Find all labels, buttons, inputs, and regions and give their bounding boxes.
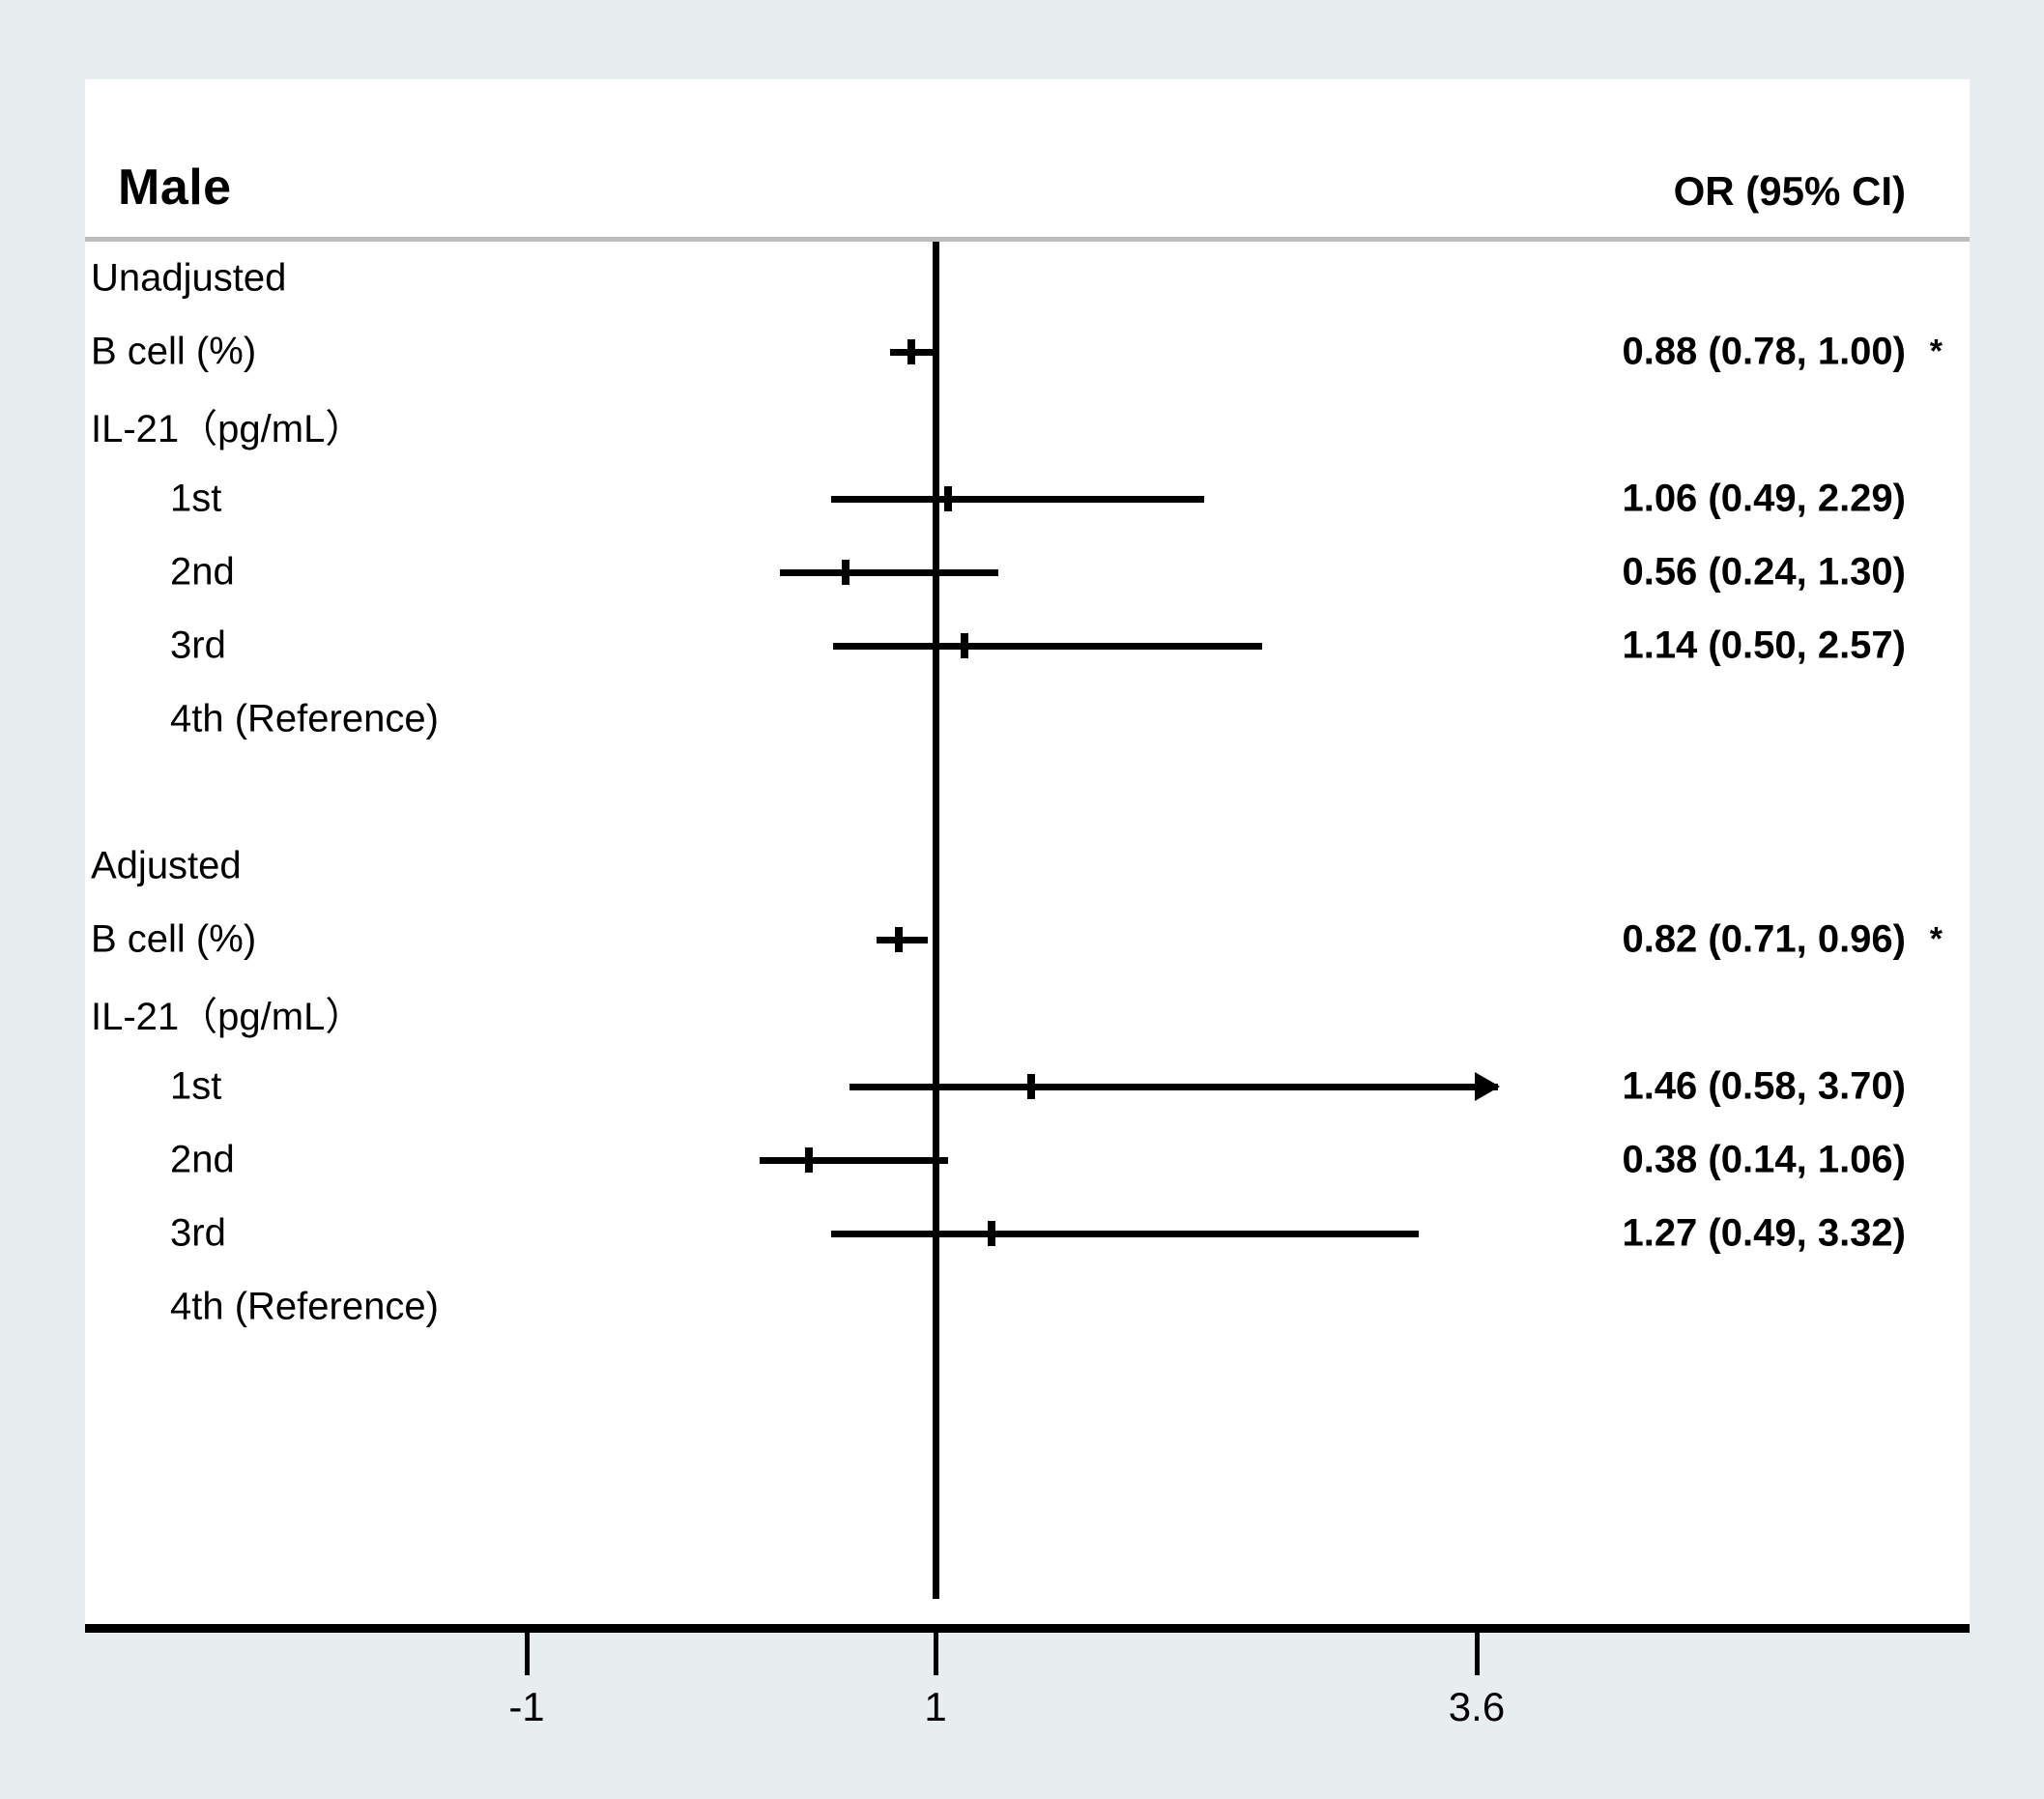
row-label: 1st	[170, 1064, 222, 1108]
row-label: Adjusted	[91, 844, 242, 887]
forest-row: 4th (Reference)	[85, 682, 1970, 756]
x-axis-tick-label: 3.6	[1448, 1684, 1506, 1729]
forest-row: 1st 1.46 (0.58, 3.70)	[85, 1050, 1970, 1123]
row-label: 2nd	[170, 550, 235, 594]
x-axis-line	[85, 1624, 1970, 1633]
forest-row: IL-21（pg/mL）	[85, 389, 1970, 462]
point-estimate-marker	[841, 560, 849, 585]
ci-truncation-arrow-icon	[1474, 1072, 1500, 1101]
confidence-interval-line	[849, 1084, 1498, 1090]
forest-row: IL-21（pg/mL）	[85, 976, 1970, 1050]
plot-area: Unadjusted B cell (%) 0.88 (0.78, 1.00) * IL…	[85, 242, 1970, 1624]
row-label: 3rd	[170, 624, 226, 667]
x-axis-tick-label: 1	[924, 1684, 947, 1729]
forest-row: 2nd 0.56 (0.24, 1.30)	[85, 536, 1970, 609]
row-label: IL-21（pg/mL）	[91, 996, 364, 1038]
forest-row: 2nd 0.38 (0.14, 1.06)	[85, 1123, 1970, 1197]
significance-asterisk: *	[1929, 920, 1943, 958]
row-label: 3rd	[170, 1211, 226, 1255]
row-or-value: 0.82 (0.71, 0.96)	[1622, 917, 1906, 961]
point-estimate-marker	[907, 339, 915, 364]
row-or-value: 0.88 (0.78, 1.00)	[1622, 330, 1906, 373]
point-estimate-marker	[804, 1147, 813, 1173]
confidence-interval-line	[831, 496, 1204, 503]
row-or-value: 1.06 (0.49, 2.29)	[1622, 477, 1906, 520]
row-label: B cell (%)	[91, 330, 257, 373]
row-label: 4th (Reference)	[170, 1285, 439, 1328]
confidence-interval-line	[780, 569, 998, 576]
confidence-interval-line	[760, 1157, 948, 1164]
forest-plot-figure: Male OR (95% CI) Unadjusted B cell (%) 0.8…	[0, 0, 2044, 1799]
row-or-value: 1.46 (0.58, 3.70)	[1622, 1064, 1906, 1108]
confidence-interval-line	[833, 643, 1263, 650]
x-axis-tick-label: -1	[508, 1684, 545, 1729]
point-estimate-marker	[894, 927, 903, 952]
point-estimate-marker	[943, 486, 952, 511]
or-column-header: OR (95% CI)	[1673, 168, 1906, 214]
row-label: Unadjusted	[91, 256, 287, 300]
plot-panel: Male OR (95% CI) Unadjusted B cell (%) 0.8…	[85, 79, 1970, 1624]
confidence-interval-line	[831, 1231, 1419, 1237]
row-label: IL-21（pg/mL）	[91, 408, 364, 450]
row-or-value: 0.38 (0.14, 1.06)	[1622, 1138, 1906, 1181]
forest-row: B cell (%) 0.88 (0.78, 1.00) *	[85, 315, 1970, 389]
row-label: 1st	[170, 477, 222, 520]
row-or-value: 0.56 (0.24, 1.30)	[1622, 550, 1906, 594]
forest-row: 1st 1.06 (0.49, 2.29)	[85, 462, 1970, 536]
x-axis-tick	[1475, 1633, 1480, 1675]
x-axis-tick	[525, 1633, 530, 1675]
row-or-value: 1.27 (0.49, 3.32)	[1622, 1211, 1906, 1255]
forest-row: Adjusted	[85, 829, 1970, 903]
row-label: 2nd	[170, 1138, 235, 1181]
point-estimate-marker	[961, 633, 969, 658]
row-label: 4th (Reference)	[170, 697, 439, 740]
x-axis-tick	[934, 1633, 938, 1675]
point-estimate-marker	[1027, 1074, 1036, 1099]
page-title: Male	[118, 160, 232, 216]
forest-row	[85, 756, 1970, 829]
row-label: B cell (%)	[91, 917, 257, 961]
significance-asterisk: *	[1929, 333, 1943, 370]
forest-row: 3rd 1.14 (0.50, 2.57)	[85, 609, 1970, 682]
forest-row: 4th (Reference)	[85, 1270, 1970, 1344]
forest-row: 3rd 1.27 (0.49, 3.32)	[85, 1197, 1970, 1270]
forest-row: B cell (%) 0.82 (0.71, 0.96) *	[85, 903, 1970, 976]
point-estimate-marker	[988, 1221, 996, 1246]
forest-row: Unadjusted	[85, 242, 1970, 315]
row-or-value: 1.14 (0.50, 2.57)	[1622, 624, 1906, 667]
